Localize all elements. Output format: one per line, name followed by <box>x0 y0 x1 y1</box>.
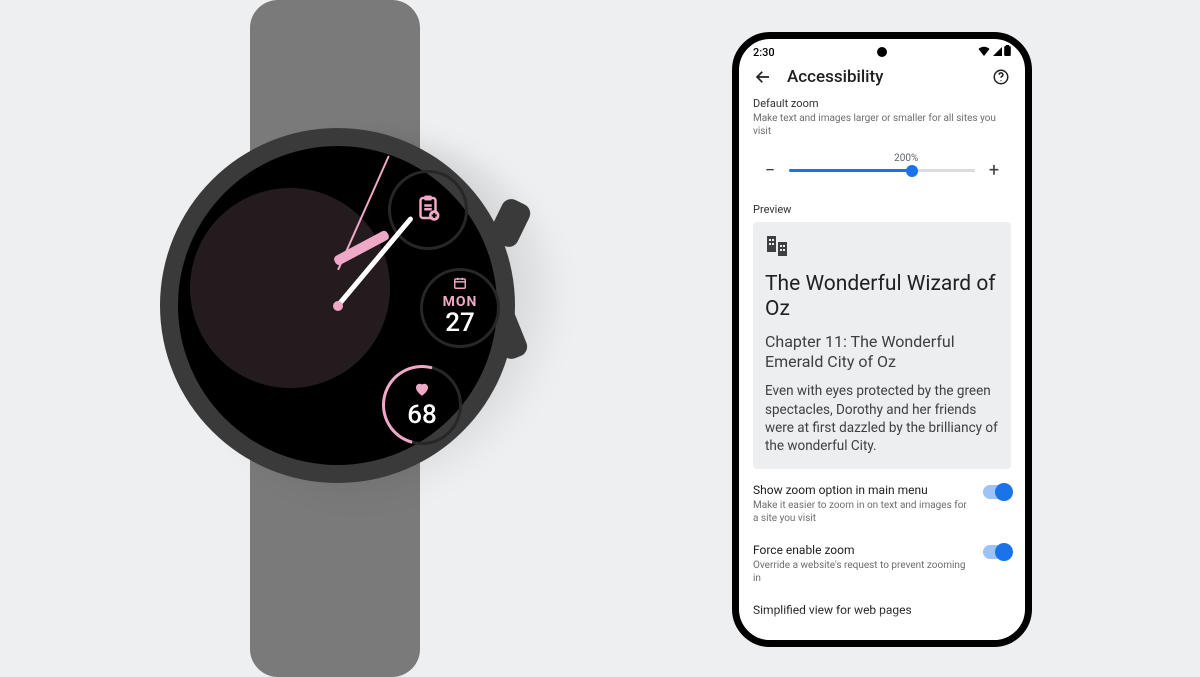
complication-heart-rate[interactable]: 68 <box>382 365 462 445</box>
complication-clipboard[interactable] <box>388 170 468 250</box>
complication-calendar[interactable]: MON 27 <box>420 268 500 348</box>
toggle-force-zoom[interactable] <box>983 545 1011 559</box>
website-icon <box>765 234 999 262</box>
zoom-slider[interactable]: 200% <box>789 169 975 172</box>
phone-camera-notch <box>877 47 887 57</box>
calendar-icon <box>453 275 467 294</box>
preview-subtitle: Chapter 11: The Wonderful Emerald City o… <box>765 332 999 372</box>
status-icons <box>978 45 1011 59</box>
phone-frame: 2:30 Accessibility <box>732 32 1032 647</box>
setting-show-zoom-name: Show zoom option in main menu <box>753 483 973 497</box>
zoom-increase-button[interactable]: + <box>985 160 1003 181</box>
app-bar: Accessibility <box>739 61 1025 97</box>
help-button[interactable] <box>991 67 1011 87</box>
zoom-value-label: 200% <box>894 153 918 164</box>
setting-force-zoom[interactable]: Force enable zoom Override a website's r… <box>739 529 1025 589</box>
clipboard-add-icon <box>413 193 443 227</box>
preview-title: The Wonderful Wizard of Oz <box>765 272 999 322</box>
setting-simplified-name: Simplified view for web pages <box>753 603 1011 617</box>
status-time: 2:30 <box>753 46 775 59</box>
page-title: Accessibility <box>787 67 977 87</box>
setting-simplified-view[interactable]: Simplified view for web pages <box>739 589 1025 617</box>
setting-force-zoom-name: Force enable zoom <box>753 543 973 557</box>
wifi-icon <box>978 46 990 59</box>
cellular-icon <box>992 46 1002 59</box>
smartwatch: MON 27 68 <box>130 0 530 677</box>
setting-force-zoom-caption: Override a website's request to prevent … <box>753 559 973 585</box>
setting-show-zoom[interactable]: Show zoom option in main menu Make it ea… <box>739 469 1025 529</box>
watch-date: 27 <box>445 308 475 338</box>
zoom-decrease-button[interactable]: − <box>761 160 779 181</box>
zoom-caption: Make text and images larger or smaller f… <box>753 112 1011 138</box>
back-button[interactable] <box>753 67 773 87</box>
battery-icon <box>1004 45 1011 59</box>
toggle-show-zoom[interactable] <box>983 485 1011 499</box>
setting-show-zoom-caption: Make it easier to zoom in on text and im… <box>753 499 973 525</box>
preview-card: The Wonderful Wizard of Oz Chapter 11: T… <box>753 222 1011 469</box>
watch-hand-pivot <box>333 301 343 311</box>
zoom-label: Default zoom <box>753 97 1011 110</box>
slider-thumb[interactable] <box>906 165 918 177</box>
preview-body: Even with eyes protected by the green sp… <box>765 382 999 455</box>
preview-label: Preview <box>753 203 1011 216</box>
